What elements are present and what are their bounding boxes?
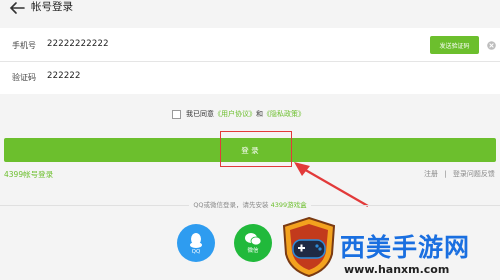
watermark: 西美手游网 www.hanxm.com <box>280 214 500 280</box>
social-note: QQ或微信登录，请先安装 4399游戏盒 <box>0 199 500 209</box>
user-agreement-link[interactable]: 《用户协议》 <box>214 109 256 119</box>
agree-checkbox[interactable] <box>172 109 181 119</box>
register-link[interactable]: 注册 <box>424 170 438 178</box>
watermark-title: 西美手游网 <box>340 233 471 262</box>
agree-and: 和 <box>256 110 263 118</box>
gamepad-shield-logo <box>282 216 336 278</box>
code-label: 验证码 <box>12 73 36 82</box>
highlight-box <box>220 131 292 167</box>
back-arrow-icon[interactable] <box>8 0 26 16</box>
form-divider <box>0 61 500 62</box>
qq-penguin-icon <box>190 232 202 248</box>
agree-prefix: 我已同意 <box>186 110 214 118</box>
link-separator: | <box>444 170 447 178</box>
watermark-url: www.hanxm.com <box>344 263 450 276</box>
phone-label: 手机号 <box>12 41 36 50</box>
feedback-link[interactable]: 登录问题反馈 <box>453 170 495 178</box>
qq-login-button[interactable]: QQ <box>177 224 215 262</box>
social-note-text: QQ或微信登录，请先安装 <box>193 201 269 209</box>
code-input[interactable]: 222222 <box>47 71 81 81</box>
game-box-link[interactable]: 4399游戏盒 <box>271 201 307 209</box>
qq-label: QQ <box>191 248 201 255</box>
footer-links: 注册 | 登录问题反馈 <box>424 169 495 179</box>
wechat-icon <box>245 233 262 246</box>
privacy-policy-link[interactable]: 《隐私政策》 <box>263 109 305 119</box>
page-title: 帐号登录 <box>31 1 73 13</box>
agreement-row: 我已同意 《用户协议》 和 《隐私政策》 <box>172 108 305 120</box>
login-form: 手机号 22222222222 验证码 222222 <box>0 28 500 94</box>
top-bar: 帐号登录 <box>0 0 500 18</box>
clear-icon[interactable] <box>487 41 496 50</box>
phone-input[interactable]: 22222222222 <box>47 39 109 49</box>
account-login-link[interactable]: 4399帐号登录 <box>4 169 53 180</box>
wechat-label: 微信 <box>247 248 259 254</box>
wechat-login-button[interactable]: 微信 <box>234 224 272 262</box>
send-code-button[interactable]: 发送验证码 <box>430 36 479 54</box>
